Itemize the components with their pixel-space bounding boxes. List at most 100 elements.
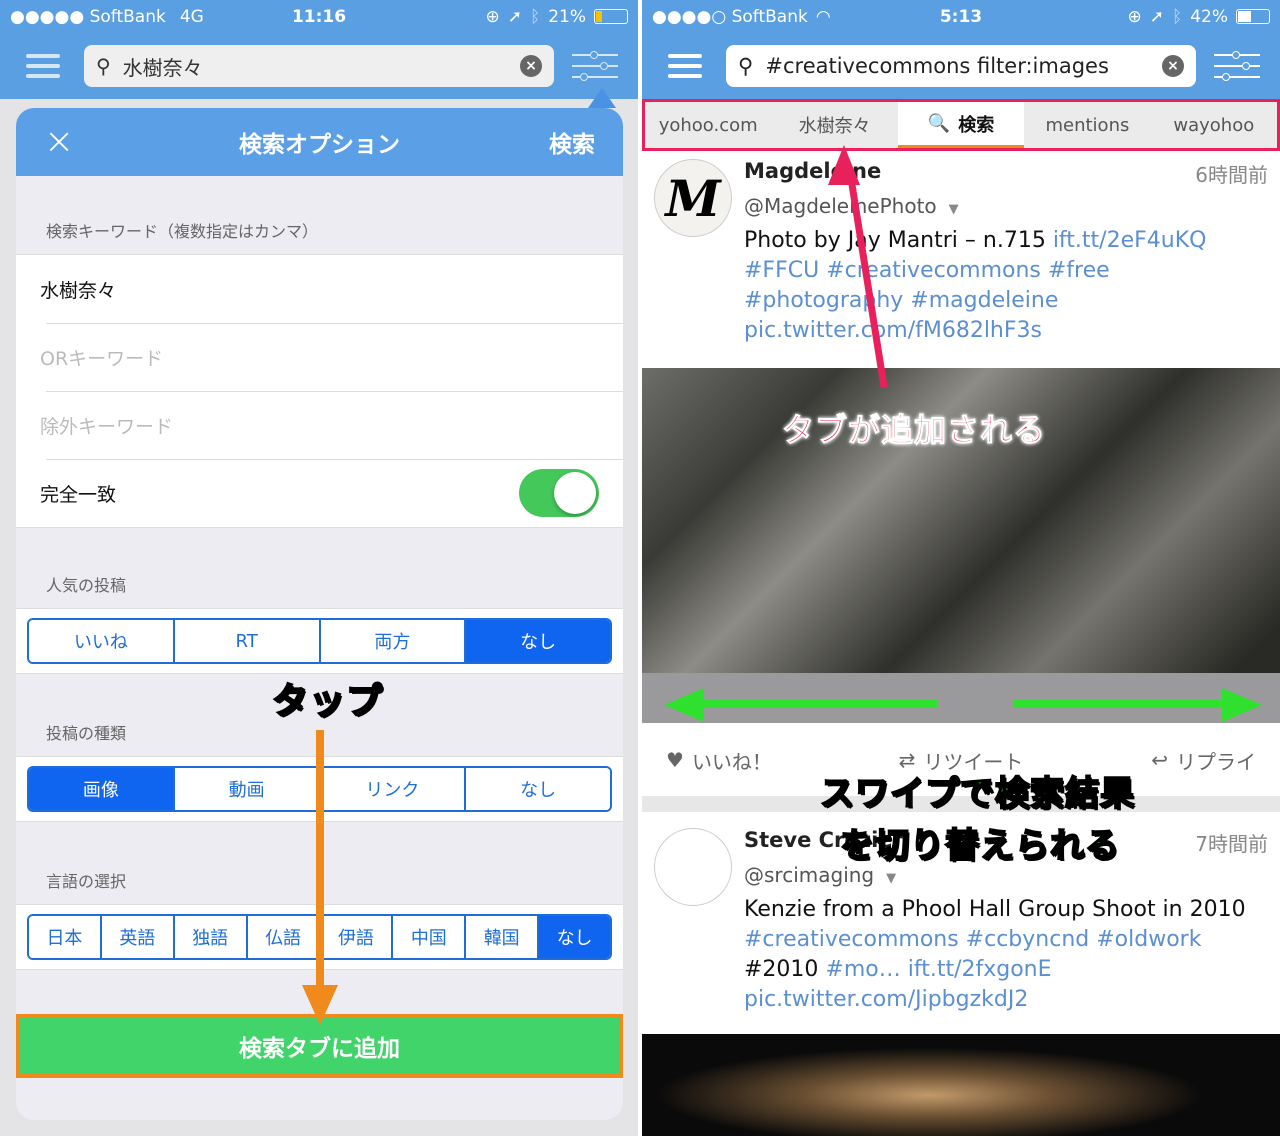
popular-section-label: 人気の投稿 [46, 576, 127, 595]
tweet-photo[interactable] [642, 1034, 1280, 1136]
tab[interactable]: wayohoo [1151, 102, 1277, 148]
search-button[interactable]: 検索 [549, 125, 595, 159]
swipe-arrow-right-head [1222, 688, 1262, 722]
tab[interactable]: 水樹奈々 [771, 102, 897, 148]
language-option[interactable]: 中国 [391, 916, 465, 958]
tab-label: yohoo.com [658, 114, 758, 136]
nav-bar: ⚲ #creativecommons filter:images × [642, 33, 1280, 99]
avatar[interactable] [654, 828, 732, 906]
popular-option[interactable]: RT [172, 620, 319, 662]
heart-icon: ♥ [666, 748, 684, 772]
language-option[interactable]: 仏語 [245, 916, 319, 958]
swipe-arrow-right [1014, 700, 1226, 708]
battery-percent: 21% [548, 6, 586, 27]
tweet-time: 6時間前 [1195, 163, 1268, 187]
annotation-swipe: を切り替えられる [839, 825, 1120, 867]
annotation-arrow-head [828, 145, 860, 185]
exact-match-label: 完全一致 [40, 483, 117, 506]
exclude-keyword-field[interactable]: 除外キーワード [16, 391, 623, 459]
dropdown-icon[interactable]: ▼ [886, 871, 896, 886]
reply-label: リプライ [1176, 749, 1257, 774]
clear-search-icon[interactable]: × [1162, 55, 1184, 77]
tab-label: 水樹奈々 [798, 116, 871, 137]
location-icon: ➚ [1149, 6, 1164, 27]
search-tabs: yohoo.com 水樹奈々 🔍 検索 mentions wayohoo [642, 99, 1280, 151]
post-type-option[interactable]: なし [464, 768, 610, 810]
tab[interactable]: 🔍 検索 [897, 102, 1025, 148]
filter-settings-icon[interactable] [1214, 51, 1260, 81]
exact-match-toggle[interactable] [519, 469, 599, 517]
nav-bar: ⚲ 水樹奈々 × [0, 33, 638, 99]
search-input[interactable]: ⚲ 水樹奈々 × [84, 45, 554, 87]
battery-icon [594, 9, 628, 24]
language-option[interactable]: 独語 [172, 916, 246, 958]
modal-title: 検索オプション [239, 132, 400, 158]
annotation-swipe: スワイプで検索結果 [819, 773, 1135, 815]
search-icon: ⚲ [738, 54, 754, 78]
menu-button[interactable] [662, 54, 708, 78]
annotation-tab-added: タブが追加される [781, 411, 1047, 450]
annotation-arrow-head [302, 985, 338, 1025]
status-bar: ●●●●○ SoftBank ◠ 5:13 ⊕ ➚ ᛒ 42% [642, 0, 1280, 33]
right-screenshot: ●●●●○ SoftBank ◠ 5:13 ⊕ ➚ ᛒ 42% ⚲ #creat… [642, 0, 1280, 1136]
annotation-tap: タップ [271, 680, 384, 723]
left-screenshot: ●●●●● SoftBank 4G 11:16 ⊕ ➚ ᛒ 21% ⚲ 水樹奈々… [0, 0, 638, 1136]
wifi-icon: ◠ [815, 6, 831, 27]
tab[interactable]: yohoo.com [645, 102, 771, 148]
filter-settings-icon[interactable] [572, 51, 618, 81]
language-option[interactable]: 韓国 [464, 916, 538, 958]
popover-caret [588, 88, 616, 108]
tweet-links[interactable]: #creativecommons #ccbyncnd #oldwork [744, 927, 1201, 952]
language-option[interactable]: 日本 [29, 916, 100, 958]
rotation-lock-icon: ⊕ [1127, 6, 1142, 27]
exact-match-row: 完全一致 [16, 459, 623, 527]
popular-option[interactable]: いいね [29, 620, 173, 662]
tweet-text: #2010 [744, 957, 826, 982]
status-bar: ●●●●● SoftBank 4G 11:16 ⊕ ➚ ᛒ 21% [0, 0, 638, 33]
search-icon: ⚲ [96, 54, 111, 78]
language-option[interactable]: なし [537, 916, 610, 958]
tweet-text: Photo by Jay Mantri – n.715 [744, 228, 1053, 253]
battery-icon [1236, 9, 1270, 24]
popular-option[interactable]: なし [464, 620, 610, 662]
tweet[interactable]: M Magdeleine 6時間前 @MagdeleinePhoto ▼ Photo… [642, 151, 1280, 346]
popular-segmented-control: いいね RT 両方 なし [27, 618, 612, 664]
reply-icon: ↩ [1151, 748, 1169, 772]
magnifier-icon: 🔍 [927, 113, 951, 134]
language-option[interactable]: 伊語 [318, 916, 392, 958]
dropdown-icon[interactable]: ▼ [949, 202, 959, 217]
search-input[interactable]: ⚲ #creativecommons filter:images × [726, 45, 1196, 87]
tweet-handle[interactable]: @MagdeleinePhoto [744, 194, 937, 218]
tweet-author[interactable]: Magdeleine [744, 159, 881, 188]
tweet-time: 7時間前 [1195, 832, 1268, 856]
keyword-group: 水樹奈々 ORキーワード 除外キーワード 完全一致 [16, 254, 623, 528]
keyword-field[interactable]: 水樹奈々 [16, 255, 623, 323]
tab-label: wayohoo [1173, 114, 1255, 136]
swipe-arrow-left [697, 700, 937, 708]
tab-label: mentions [1045, 114, 1130, 136]
or-keyword-field[interactable]: ORキーワード [16, 323, 623, 391]
like-label: いいね！ [691, 749, 772, 774]
popular-option[interactable]: 両方 [318, 620, 465, 662]
location-icon: ➚ [507, 6, 522, 27]
carrier: ●●●●● SoftBank [10, 6, 166, 27]
close-icon[interactable]: × [44, 124, 74, 160]
tab[interactable]: mentions [1024, 102, 1150, 148]
battery-percent: 42% [1190, 6, 1228, 27]
language-option[interactable]: 英語 [99, 916, 173, 958]
rotation-lock-icon: ⊕ [485, 6, 500, 27]
search-value: 水樹奈々 [122, 55, 203, 80]
avatar[interactable]: M [654, 159, 732, 237]
search-value: #creativecommons filter:images [765, 54, 1109, 78]
clear-search-icon[interactable]: × [520, 55, 542, 77]
post-type-option[interactable]: リンク [318, 768, 465, 810]
network: 4G [179, 6, 204, 27]
post-type-option[interactable]: 動画 [172, 768, 319, 810]
modal-header: × 検索オプション 検索 [16, 108, 623, 176]
bluetooth-icon: ᛒ [530, 6, 541, 27]
tweet-text: Kenzie from a Phool Hall Group Shoot in … [744, 897, 1246, 922]
menu-button[interactable] [20, 54, 66, 78]
keyword-section-label: 検索キーワード（複数指定はカンマ） [46, 222, 319, 241]
post-type-option[interactable]: 画像 [29, 768, 173, 810]
carrier: ●●●●○ SoftBank [652, 6, 808, 27]
